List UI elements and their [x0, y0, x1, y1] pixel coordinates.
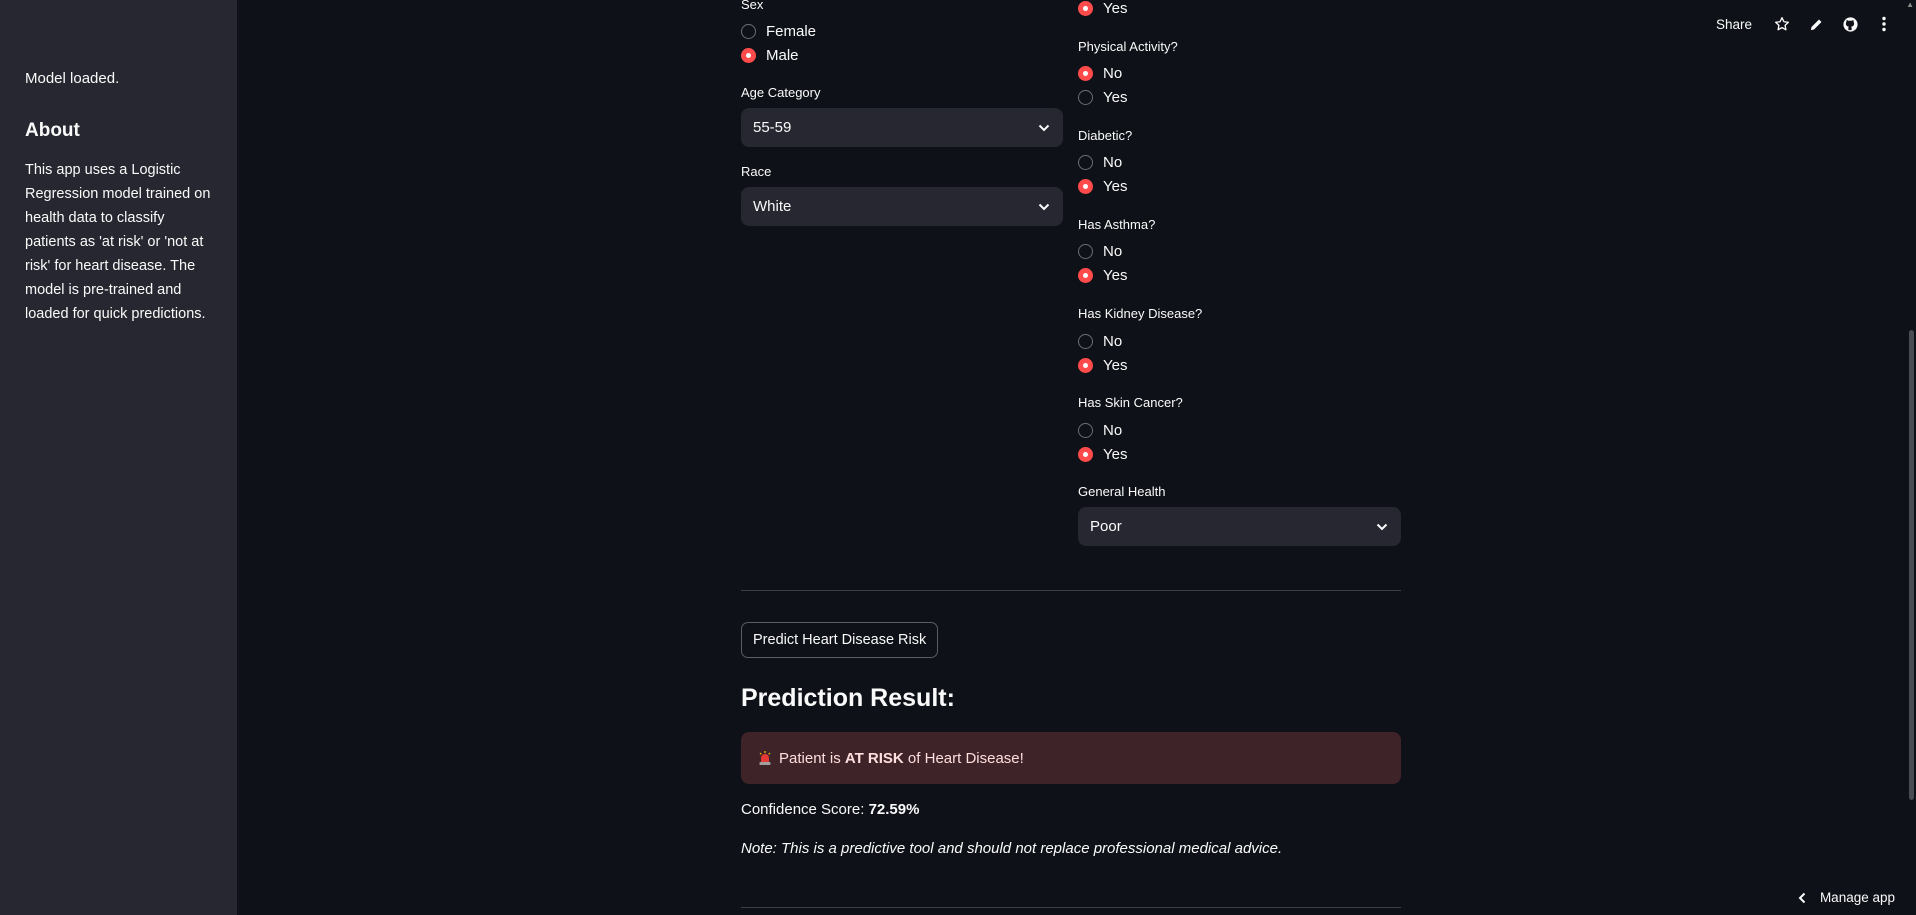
radio-label: Female	[766, 22, 817, 40]
radio-off-icon	[1078, 422, 1093, 438]
predict-button[interactable]: Predict Heart Disease Risk	[741, 622, 939, 658]
radio-off-icon	[1078, 89, 1093, 105]
chevron-down-icon	[1038, 124, 1050, 131]
radio-label: No	[1103, 153, 1123, 171]
diabetic-option-yes[interactable]: Yes	[1078, 174, 1127, 198]
sidebar: Model loaded. About This app uses a Logi…	[0, 0, 237, 915]
asthma-label: Has Asthma?	[1078, 217, 1156, 232]
diabetic-label: Diabetic?	[1078, 128, 1133, 143]
radio-label: Yes	[1103, 266, 1128, 284]
about-text: This app uses a Logistic Regression mode…	[25, 162, 211, 322]
kidney-disease-option-yes[interactable]: Yes	[1078, 353, 1127, 377]
chevron-down-icon	[1376, 523, 1388, 530]
previous-question-option-yes[interactable]: Yes	[1078, 0, 1127, 20]
radio-on-icon	[1078, 65, 1093, 81]
prediction-result-heading: Prediction Result:	[741, 684, 955, 712]
radio-off-icon	[1078, 333, 1093, 349]
physical-activity-label: Physical Activity?	[1078, 39, 1178, 54]
edit-icon[interactable]	[1806, 14, 1826, 34]
star-icon[interactable]	[1772, 14, 1792, 34]
github-icon[interactable]	[1840, 14, 1860, 34]
kidney-disease-label: Has Kidney Disease?	[1078, 306, 1203, 321]
race-select[interactable]: White	[741, 187, 1063, 226]
alert-suffix: of Heart Disease!	[903, 749, 1024, 767]
radio-on-icon	[1078, 446, 1093, 462]
divider	[741, 590, 1401, 591]
radio-label: Yes	[1103, 356, 1128, 374]
select-value: 55-59	[753, 119, 792, 136]
skin-cancer-option-yes[interactable]: Yes	[1078, 442, 1127, 466]
radio-label: Yes	[1103, 445, 1128, 463]
alert-risk-status: AT RISK	[844, 749, 904, 767]
manage-app-button[interactable]: Manage app	[1798, 890, 1895, 905]
risk-alert: Patient is AT RISK of Heart Disease!	[741, 732, 1401, 784]
scrollbar-thumb[interactable]	[1909, 330, 1914, 800]
race-label: Race	[741, 164, 772, 179]
physical-activity-option-yes[interactable]: Yes	[1078, 85, 1127, 109]
chevron-left-icon	[1798, 892, 1806, 903]
radio-off-icon	[1078, 154, 1093, 170]
sex-option-male[interactable]: Male	[741, 43, 799, 67]
diabetic-option-no[interactable]: No	[1078, 150, 1122, 174]
skin-cancer-label: Has Skin Cancer?	[1078, 395, 1183, 410]
skin-cancer-option-no[interactable]: No	[1078, 418, 1122, 442]
radio-label: Yes	[1103, 0, 1128, 17]
select-value: Poor	[1090, 518, 1122, 535]
radio-on-icon	[1078, 267, 1093, 283]
asthma-option-yes[interactable]: Yes	[1078, 263, 1127, 287]
disclaimer-note: Note: This is a predictive tool and shou…	[741, 840, 1283, 857]
divider	[741, 907, 1401, 908]
select-value: White	[753, 198, 792, 215]
radio-on-icon	[1078, 0, 1093, 16]
share-button[interactable]: Share	[1716, 17, 1752, 32]
physical-activity-option-no[interactable]: No	[1078, 61, 1122, 85]
about-heading: About	[25, 120, 80, 141]
radio-on-icon	[1078, 357, 1093, 373]
general-health-select[interactable]: Poor	[1078, 507, 1401, 546]
radio-label: No	[1103, 421, 1123, 439]
sex-label: Sex	[741, 0, 764, 12]
chevron-down-icon	[1038, 203, 1050, 210]
siren-icon	[759, 751, 771, 765]
radio-on-icon	[741, 47, 756, 63]
radio-off-icon	[741, 23, 756, 39]
sex-option-female[interactable]: Female	[741, 19, 816, 43]
asthma-option-no[interactable]: No	[1078, 239, 1122, 263]
general-health-label: General Health	[1078, 484, 1166, 499]
radio-label: Yes	[1103, 177, 1128, 195]
more-vertical-icon[interactable]	[1874, 14, 1894, 34]
confidence-score: Confidence Score: 72.59%	[741, 801, 919, 818]
radio-label: No	[1103, 242, 1123, 260]
alert-prefix: Patient is	[779, 749, 845, 767]
kidney-disease-option-no[interactable]: No	[1078, 329, 1122, 353]
confidence-label: Confidence Score:	[741, 801, 869, 818]
radio-label: Yes	[1103, 88, 1128, 106]
scrollbar[interactable]	[1907, 0, 1916, 915]
radio-label: No	[1103, 332, 1123, 350]
radio-on-icon	[1078, 178, 1093, 194]
model-status-text: Model loaded.	[25, 70, 120, 87]
manage-app-label: Manage app	[1819, 890, 1895, 905]
radio-off-icon	[1078, 243, 1093, 259]
radio-label: No	[1103, 64, 1123, 82]
confidence-value: 72.59%	[868, 801, 920, 818]
age-category-label: Age Category	[741, 85, 821, 100]
app-toolbar: Share	[1716, 12, 1894, 36]
age-category-select[interactable]: 55-59	[741, 108, 1063, 147]
radio-label: Male	[766, 46, 799, 64]
scroll-up-arrow-icon[interactable]: ▲	[1906, 0, 1914, 9]
